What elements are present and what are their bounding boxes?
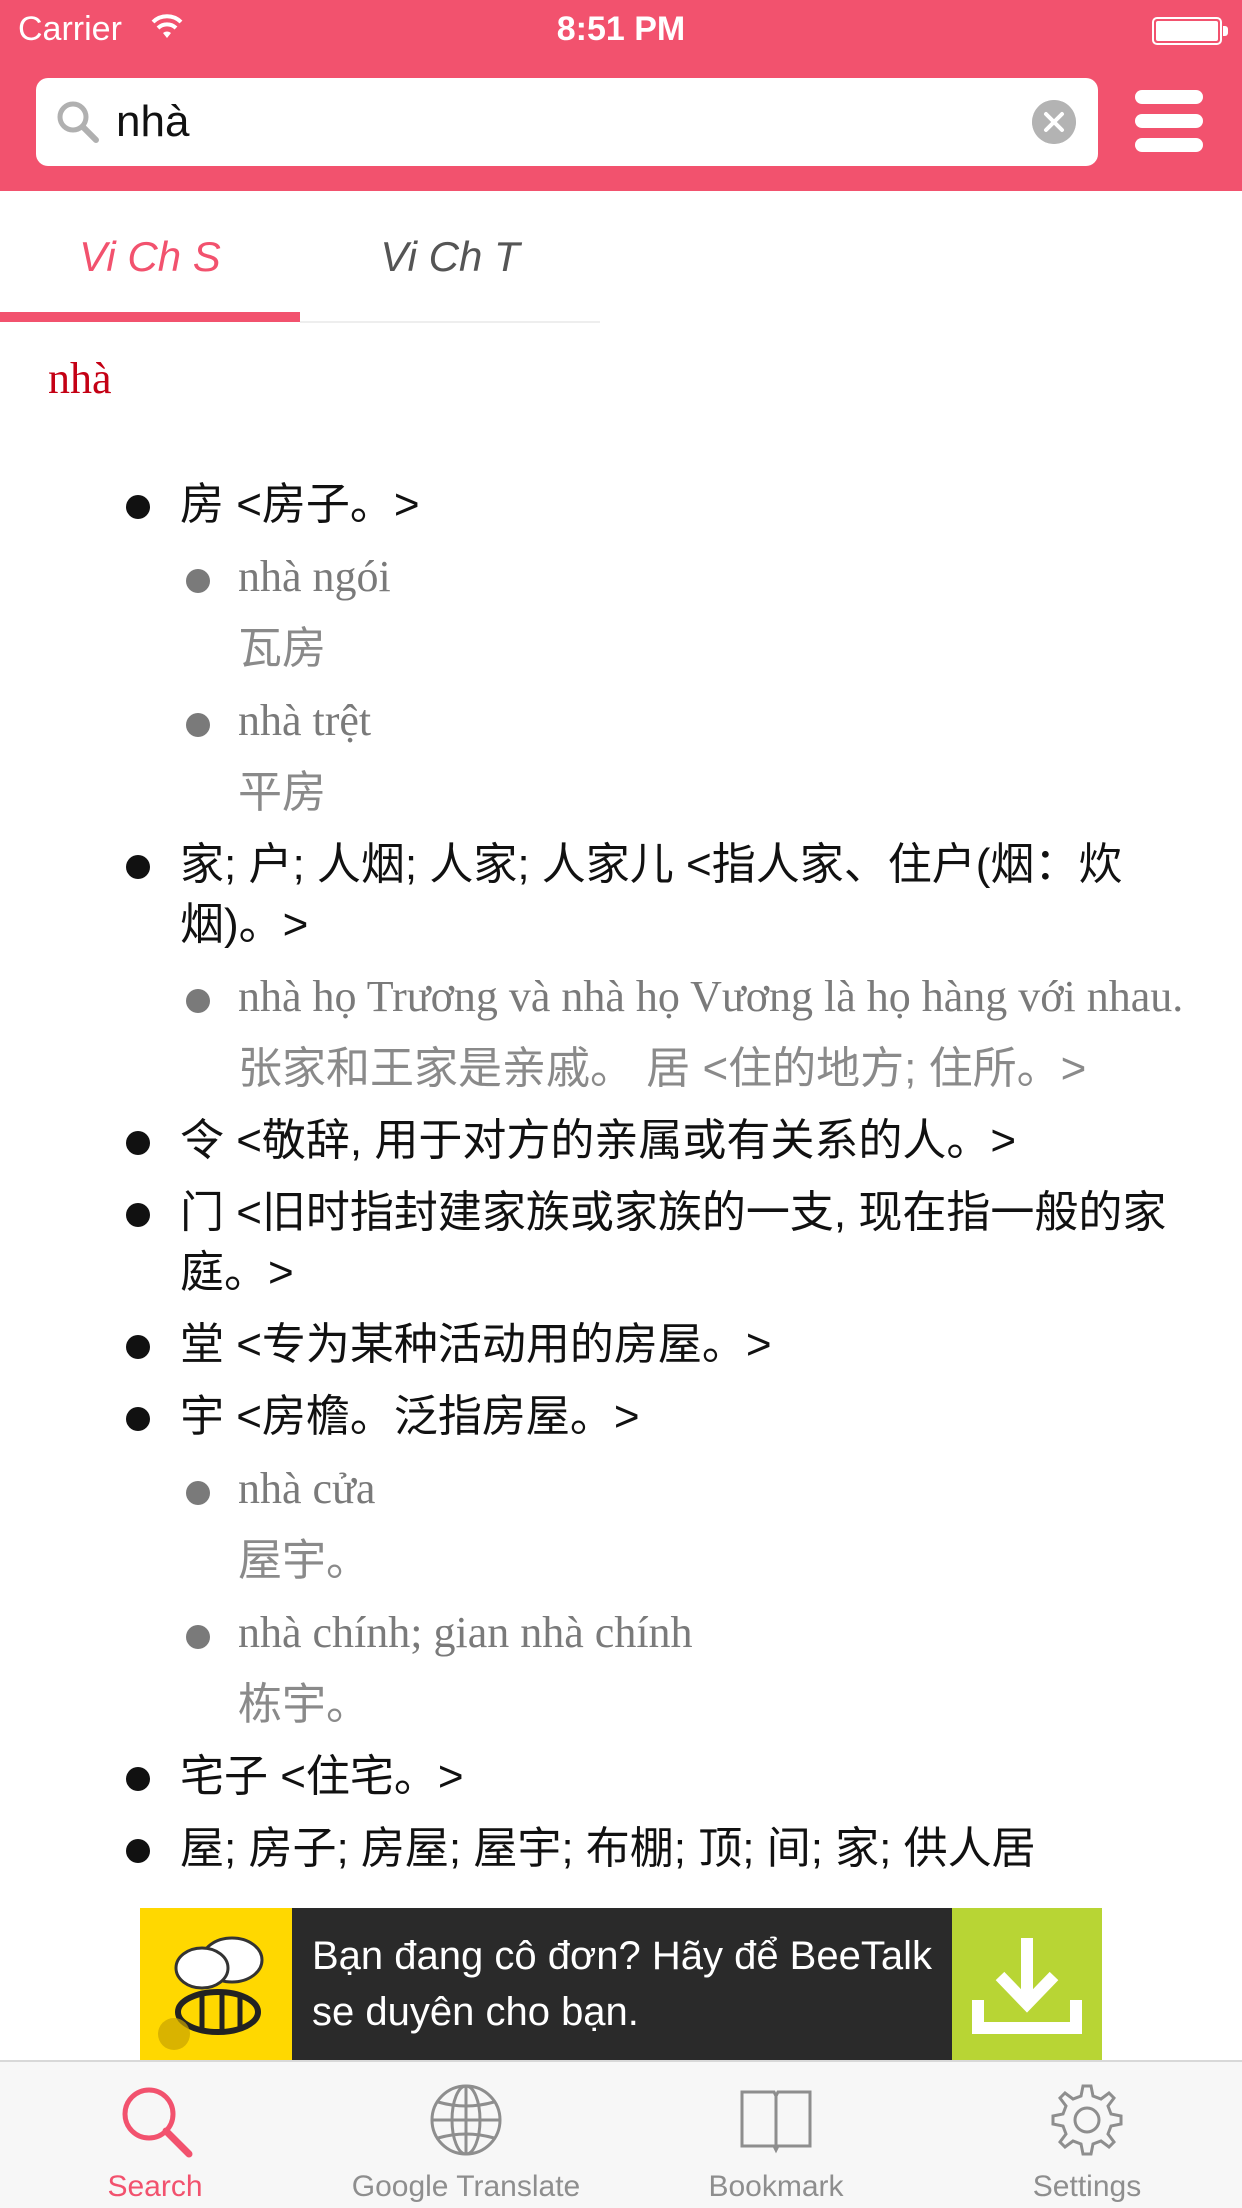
bullet xyxy=(126,1335,150,1359)
definition-content[interactable]: nhà 房 <房子。> nhà ngói 瓦房 nhà trệt 平房 家; 户… xyxy=(0,325,1242,1905)
tab-bookmark[interactable]: Bookmark xyxy=(621,2062,931,2208)
tab-label: Search xyxy=(107,2170,203,2203)
example-text: nhà ngói xyxy=(238,552,391,601)
example-item: nhà chính; gian nhà chính 栋宇。 xyxy=(0,1603,1242,1735)
bullet xyxy=(126,495,150,519)
bullet xyxy=(126,1203,150,1227)
example-text: nhà trệt xyxy=(238,696,372,745)
tab-vi-ch-t[interactable]: Vi Ch T xyxy=(300,191,600,323)
active-tab-indicator xyxy=(0,312,300,322)
search-icon xyxy=(122,2087,193,2158)
dictionary-tabs: Vi Ch S Vi Ch T xyxy=(0,191,600,325)
example-translation: 屋宇。 xyxy=(238,1536,370,1585)
download-icon[interactable] xyxy=(952,1908,1102,2060)
definition-item: 令 <敬辞, 用于对方的亲属或有关系的人。> xyxy=(0,1111,1242,1171)
status-bar: Carrier 8:51 PM xyxy=(0,0,1242,60)
example-text: nhà cửa xyxy=(238,1464,376,1513)
example-text: nhà chính; gian nhà chính xyxy=(238,1608,693,1657)
headword: nhà xyxy=(48,354,112,403)
book-icon xyxy=(740,2090,812,2154)
menu-icon[interactable] xyxy=(1135,88,1205,158)
example-item: nhà trệt 平房 xyxy=(0,691,1242,823)
example-translation: 平房 xyxy=(238,768,326,817)
definition-item: 房 <房子。> xyxy=(0,475,1242,535)
definition-text: 宇 <房檐。泛指房屋。> xyxy=(180,1392,640,1441)
status-time: 8:51 PM xyxy=(556,10,686,48)
search-input[interactable] xyxy=(116,90,1046,154)
globe-icon xyxy=(430,2084,502,2156)
definition-item: 家; 户; 人烟; 人家; 人家儿 <指人家、住户(烟：炊烟)。> xyxy=(0,835,1242,955)
definition-list: 房 <房子。> nhà ngói 瓦房 nhà trệt 平房 家; 户; 人烟… xyxy=(0,475,1242,1891)
gear-icon xyxy=(1051,2084,1123,2156)
sub-bullet xyxy=(186,989,210,1013)
definition-text: 堂 <专为某种活动用的房屋。> xyxy=(180,1320,772,1369)
search-bar[interactable] xyxy=(36,78,1098,166)
sub-bullet xyxy=(186,1625,210,1649)
tab-divider xyxy=(300,321,600,323)
definition-text: 门 <旧时指封建家族或家族的一支, 现在指一般的家庭。> xyxy=(180,1188,1167,1297)
example-item: nhà cửa 屋宇。 xyxy=(0,1459,1242,1591)
tab-google-translate[interactable]: Google Translate xyxy=(311,2062,621,2208)
bullet xyxy=(126,1407,150,1431)
definition-item: 门 <旧时指封建家族或家族的一支, 现在指一般的家庭。> xyxy=(0,1183,1242,1303)
definition-item: 屋; 房子; 房屋; 屋宇; 布棚; 顶; 间; 家; 供人居 xyxy=(0,1819,1242,1879)
bullet xyxy=(126,1767,150,1791)
navigation-header: Carrier 8:51 PM xyxy=(0,0,1242,191)
bullet xyxy=(126,1131,150,1155)
clear-search-icon[interactable] xyxy=(1032,100,1076,144)
sub-bullet xyxy=(186,1481,210,1505)
ad-text: Bạn đang cô đơn? Hãy để BeeTalk se duyên… xyxy=(312,1934,932,2034)
definition-item: 堂 <专为某种活动用的房屋。> xyxy=(0,1315,1242,1375)
sub-bullet xyxy=(186,569,210,593)
tab-search[interactable]: Search xyxy=(0,2062,310,2208)
example-text: nhà họ Trương và nhà họ Vương là họ hàng… xyxy=(238,972,1184,1021)
definition-item: 宇 <房檐。泛指房屋。> xyxy=(0,1387,1242,1447)
bullet xyxy=(126,1839,150,1863)
definition-item: 宅子 <住宅。> xyxy=(0,1747,1242,1807)
tab-vi-ch-s[interactable]: Vi Ch S xyxy=(0,191,300,323)
tab-label: Google Translate xyxy=(351,2170,581,2203)
example-item: nhà ngói 瓦房 xyxy=(0,547,1242,679)
tab-label: Bookmark xyxy=(708,2170,844,2203)
search-icon xyxy=(57,101,99,143)
bullet xyxy=(126,855,150,879)
ad-banner[interactable]: Bạn đang cô đơn? Hãy để BeeTalk se duyên… xyxy=(140,1908,1102,2060)
battery-icon xyxy=(1152,17,1228,45)
definition-text: 屋; 房子; 房屋; 屋宇; 布棚; 顶; 间; 家; 供人居 xyxy=(180,1824,1036,1873)
definition-text: 令 <敬辞, 用于对方的亲属或有关系的人。> xyxy=(180,1116,1017,1165)
example-item: nhà họ Trương và nhà họ Vương là họ hàng… xyxy=(0,967,1242,1099)
example-translation: 张家和王家是亲戚。 居 <住的地方; 住所。> xyxy=(238,1044,1087,1093)
tab-settings[interactable]: Settings xyxy=(932,2062,1242,2208)
example-translation: 栋宇。 xyxy=(238,1680,370,1729)
definition-text: 宅子 <住宅。> xyxy=(180,1752,464,1801)
beetalk-logo-icon xyxy=(140,1908,292,2060)
tab-label: Settings xyxy=(1032,2170,1142,2203)
definition-text: 家; 户; 人烟; 人家; 人家儿 <指人家、住户(烟：炊烟)。> xyxy=(180,840,1123,949)
definition-text: 房 <房子。> xyxy=(180,480,420,529)
sub-bullet xyxy=(186,713,210,737)
bottom-tab-bar: Search Google Translate Bookmark Setting… xyxy=(0,2060,1242,2208)
example-translation: 瓦房 xyxy=(238,624,326,673)
